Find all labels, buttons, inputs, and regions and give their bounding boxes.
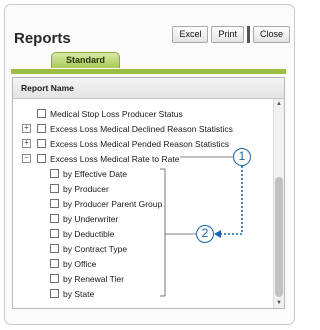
scrollbar-thumb[interactable]: [275, 177, 283, 297]
checkbox[interactable]: [50, 169, 59, 178]
checkbox[interactable]: [50, 229, 59, 238]
toolbar-separator: [246, 26, 250, 43]
list-item[interactable]: + Excess Loss Medical Declined Reason St…: [22, 121, 233, 136]
checkbox[interactable]: [50, 184, 59, 193]
close-button[interactable]: Close: [252, 26, 290, 43]
sub-list-item[interactable]: by Underwriter: [50, 211, 118, 226]
sub-report-label: by Contract Type: [63, 243, 128, 254]
sub-list-item[interactable]: by State: [50, 286, 94, 301]
list-item[interactable]: + Excess Loss Medical Pended Reason Stat…: [22, 136, 230, 151]
sub-report-label: by Producer Parent Group: [63, 198, 163, 209]
tab-standard[interactable]: Standard: [51, 52, 121, 68]
checkbox[interactable]: [37, 154, 46, 163]
page-title: Reports: [14, 30, 71, 47]
sub-list-item[interactable]: by Renewal Tier: [50, 271, 124, 286]
checkbox[interactable]: [50, 259, 59, 268]
callout-marker-2: 2: [196, 225, 214, 243]
expand-icon[interactable]: +: [22, 139, 31, 148]
sub-list-item[interactable]: by Deductible: [50, 226, 115, 241]
list-item[interactable]: Medical Stop Loss Producer Status: [37, 106, 183, 121]
expand-icon[interactable]: +: [22, 124, 31, 133]
report-name-column-header: Report Name: [13, 78, 284, 99]
vertical-scrollbar[interactable]: ▲ ▼: [273, 99, 284, 308]
callout-marker-1: 1: [233, 148, 251, 166]
sub-list-item[interactable]: by Producer: [50, 181, 109, 196]
checkbox[interactable]: [50, 244, 59, 253]
sub-report-label: by State: [63, 288, 95, 299]
checkbox[interactable]: [50, 199, 59, 208]
sub-list-item[interactable]: by Effective Date: [50, 166, 127, 181]
report-label: Excess Loss Medical Pended Reason Statis…: [50, 138, 230, 149]
sub-report-label: by Effective Date: [63, 168, 128, 179]
checkbox[interactable]: [37, 124, 46, 133]
scroll-up-icon[interactable]: ▲: [274, 99, 284, 109]
report-label: Excess Loss Medical Declined Reason Stat…: [50, 123, 233, 134]
sub-report-label: by Deductible: [63, 228, 115, 239]
sub-list-item[interactable]: by Contract Type: [50, 241, 127, 256]
excel-button[interactable]: Excel: [172, 26, 209, 43]
checkbox[interactable]: [50, 214, 59, 223]
sub-list-item[interactable]: by Producer Parent Group: [50, 196, 162, 211]
checkbox[interactable]: [50, 274, 59, 283]
scroll-down-icon[interactable]: ▼: [274, 298, 284, 308]
sub-report-label: by Office: [63, 258, 97, 269]
report-label: Excess Loss Medical Rate to Rate: [50, 153, 180, 164]
collapse-icon[interactable]: −: [22, 154, 31, 163]
list-item[interactable]: − Excess Loss Medical Rate to Rate: [22, 151, 180, 166]
sub-list-item[interactable]: by Office: [50, 256, 96, 271]
sub-report-label: by Renewal Tier: [63, 273, 124, 284]
sub-report-label: by Producer: [63, 183, 109, 194]
report-label: Medical Stop Loss Producer Status: [50, 108, 183, 119]
tab-bar: Standard: [11, 50, 286, 74]
checkbox[interactable]: [50, 289, 59, 298]
sub-report-label: by Underwriter: [63, 213, 119, 224]
print-button[interactable]: Print: [211, 26, 244, 43]
checkbox[interactable]: [37, 139, 46, 148]
report-list-panel: Report Name Medical Stop Loss Producer S…: [12, 77, 285, 309]
checkbox[interactable]: [37, 109, 46, 118]
toolbar: Excel Print Close: [172, 26, 290, 43]
